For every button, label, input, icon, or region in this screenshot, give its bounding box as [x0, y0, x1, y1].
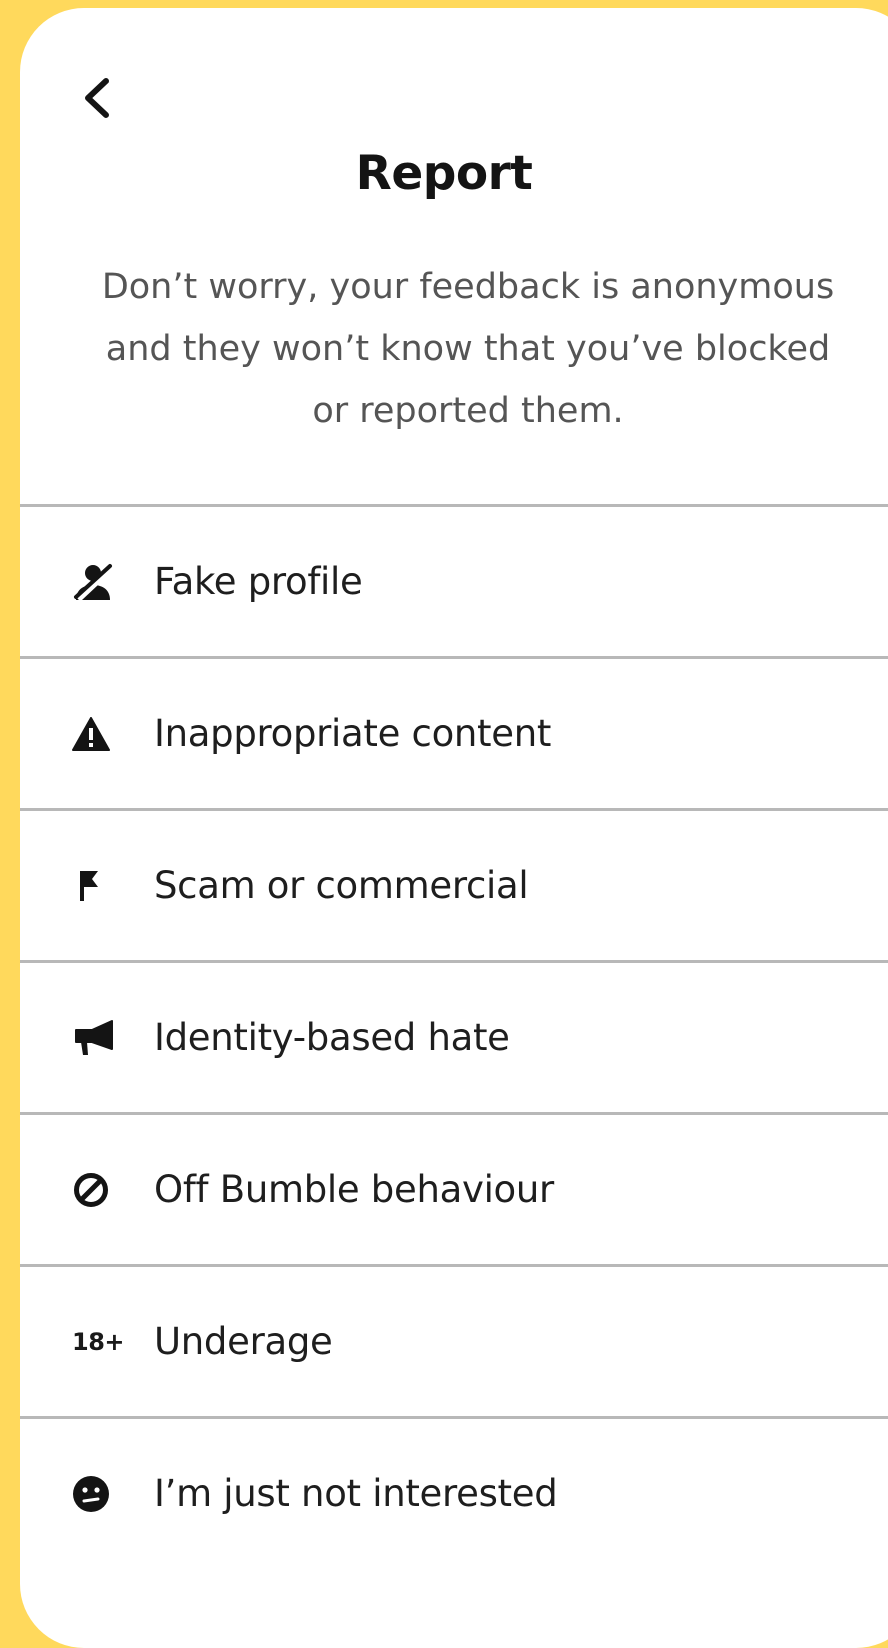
option-label: I’m just not interested	[154, 1472, 558, 1515]
option-label: Scam or commercial	[154, 864, 529, 907]
option-label: Underage	[154, 1320, 333, 1363]
option-off-bumble-behaviour[interactable]: Off Bumble behaviour	[20, 1115, 888, 1264]
option-label: Identity-based hate	[154, 1016, 510, 1059]
option-not-interested[interactable]: I’m just not interested	[20, 1419, 888, 1568]
option-fake-profile[interactable]: Fake profile	[20, 507, 888, 656]
meh-face-icon	[73, 1475, 109, 1512]
chevron-left-icon	[85, 78, 109, 118]
person-slash-icon	[74, 563, 113, 602]
option-label: Inappropriate content	[154, 712, 552, 755]
prohibited-icon	[74, 1172, 108, 1207]
option-underage[interactable]: 18+ Underage	[20, 1267, 888, 1416]
page-subtitle: Don’t worry, your feedback is anonymous …	[101, 267, 835, 431]
option-label: Fake profile	[154, 560, 363, 603]
report-options-list: Fake profile Inappropriate content Scam …	[20, 504, 888, 1568]
age-18-plus-icon: 18+	[72, 1327, 125, 1356]
megaphone-icon	[75, 1019, 113, 1055]
back-button[interactable]	[68, 68, 128, 128]
option-label: Off Bumble behaviour	[154, 1168, 554, 1211]
page-title: Report	[355, 146, 533, 201]
option-scam-or-commercial[interactable]: Scam or commercial	[20, 811, 888, 960]
option-identity-based-hate[interactable]: Identity-based hate	[20, 963, 888, 1112]
flag-icon	[80, 870, 98, 901]
option-inappropriate-content[interactable]: Inappropriate content	[20, 659, 888, 808]
warning-triangle-icon	[72, 716, 110, 751]
